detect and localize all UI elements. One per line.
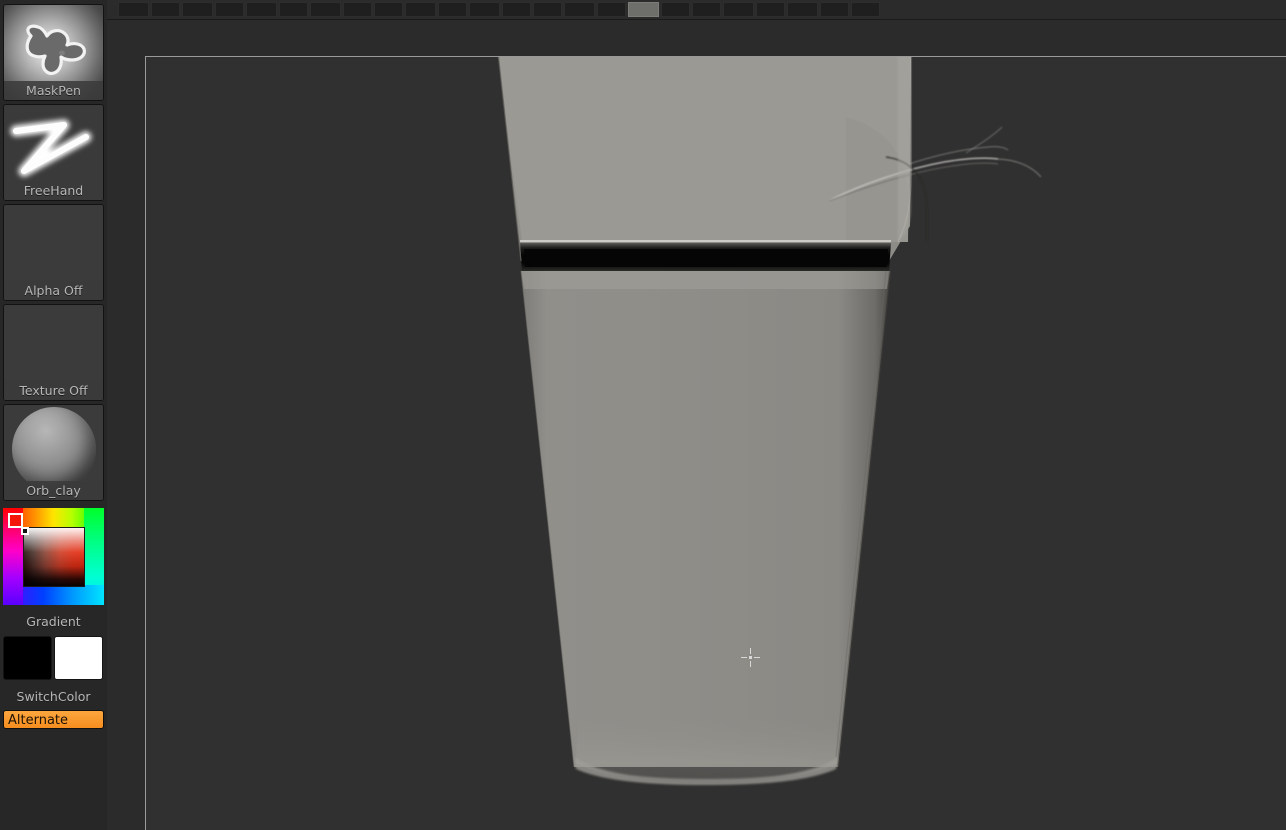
secondary-color-swatch[interactable] bbox=[54, 636, 103, 680]
texture-label: Texture Off bbox=[4, 381, 103, 400]
alternate-button[interactable]: Alternate bbox=[3, 710, 104, 729]
toolbar-segment-3[interactable] bbox=[215, 2, 244, 17]
toolbar-segment-12[interactable] bbox=[502, 2, 531, 17]
quick-pick-segment-strip[interactable] bbox=[118, 2, 880, 17]
toolbar-segment-17[interactable] bbox=[661, 2, 690, 17]
color-picker[interactable] bbox=[3, 508, 104, 605]
brush-label: MaskPen bbox=[4, 81, 103, 100]
toolbar-segment-9[interactable] bbox=[405, 2, 436, 17]
alpha-label: Alpha Off bbox=[4, 281, 103, 300]
toolbar-segment-11[interactable] bbox=[469, 2, 500, 17]
tapered-box-mesh bbox=[497, 57, 1042, 785]
toolbar-segment-5[interactable] bbox=[279, 2, 308, 17]
crosshair-bottom-tick bbox=[750, 661, 751, 667]
sidebar-item-material[interactable]: Orb_clay bbox=[3, 404, 104, 501]
toolbar-segment-2[interactable] bbox=[182, 2, 213, 17]
toolbar-segment-1[interactable] bbox=[151, 2, 180, 17]
toolbar-segment-15[interactable] bbox=[597, 2, 626, 17]
toolbar-segment-7[interactable] bbox=[343, 2, 372, 17]
brush-crosshair bbox=[741, 648, 760, 667]
crosshair-center-dot bbox=[749, 656, 752, 659]
maskpen-alpha-shape-icon bbox=[25, 24, 86, 75]
application-window: MaskPen FreeHand Alpha Off Texture Off O… bbox=[0, 0, 1286, 830]
hue-marker[interactable] bbox=[8, 513, 23, 528]
toolbar-segment-22[interactable] bbox=[820, 2, 849, 17]
crosshair-right-tick bbox=[754, 657, 760, 658]
document-canvas[interactable] bbox=[145, 56, 1286, 830]
toolbar-segment-21[interactable] bbox=[787, 2, 818, 17]
toolbar-segment-23[interactable] bbox=[851, 2, 880, 17]
sidebar-item-texture[interactable]: Texture Off bbox=[3, 304, 104, 401]
toolbar-segment-8[interactable] bbox=[374, 2, 403, 17]
sidebar-item-alpha[interactable]: Alpha Off bbox=[3, 204, 104, 301]
crosshair-left-tick bbox=[741, 657, 747, 658]
toolbar-segment-10[interactable] bbox=[438, 2, 467, 17]
toolbar-segment-20[interactable] bbox=[756, 2, 785, 17]
crosshair-top-tick bbox=[750, 648, 751, 654]
toolbar-segment-13[interactable] bbox=[533, 2, 562, 17]
toolbar-segment-0[interactable] bbox=[118, 2, 149, 17]
top-toolbar bbox=[0, 0, 1286, 20]
sidebar-item-stroke[interactable]: FreeHand bbox=[3, 104, 104, 201]
model-viewport bbox=[146, 57, 1286, 830]
work-area bbox=[107, 20, 1286, 830]
gradient-button[interactable]: Gradient bbox=[3, 611, 104, 630]
primary-color-swatch[interactable] bbox=[3, 636, 52, 680]
material-sphere-preview bbox=[11, 406, 96, 491]
stroke-label: FreeHand bbox=[4, 181, 103, 200]
color-swatch-pair bbox=[3, 636, 104, 680]
toolbar-segment-19[interactable] bbox=[723, 2, 754, 17]
left-sidebar: MaskPen FreeHand Alpha Off Texture Off O… bbox=[0, 0, 107, 830]
toolbar-segment-14[interactable] bbox=[564, 2, 595, 17]
sidebar-item-brush[interactable]: MaskPen bbox=[3, 4, 104, 101]
toolbar-segment-16[interactable] bbox=[628, 2, 659, 17]
sv-marker[interactable] bbox=[21, 527, 29, 535]
saturation-value-square[interactable] bbox=[23, 527, 85, 587]
toolbar-segment-6[interactable] bbox=[310, 2, 341, 17]
toolbar-segment-4[interactable] bbox=[246, 2, 277, 17]
toolbar-segment-18[interactable] bbox=[692, 2, 721, 17]
switch-color-button[interactable]: SwitchColor bbox=[3, 686, 104, 705]
material-label: Orb_clay bbox=[4, 481, 103, 500]
